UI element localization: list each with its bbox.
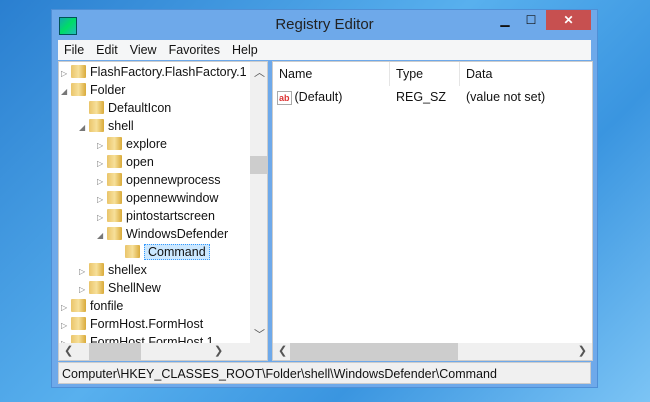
tree-node-label: shellex (108, 263, 147, 277)
menu-view[interactable]: View (124, 40, 163, 60)
tree-node[interactable]: Command (115, 243, 210, 261)
tree-node[interactable]: ◢ WindowsDefender (97, 225, 228, 243)
tree-node-label: Command (144, 244, 210, 260)
tree-node[interactable]: ▷ pintostartscreen (97, 207, 215, 225)
expand-icon[interactable]: ▷ (61, 317, 71, 335)
tree-node-label: ShellNew (108, 281, 161, 295)
key-tree[interactable]: ▷FormHost.FormHost.1▷FormHost.FormHost▷f… (58, 61, 268, 361)
folder-icon (89, 101, 104, 114)
menu-file[interactable]: File (58, 40, 90, 60)
folder-icon (107, 155, 122, 168)
menu-favorites[interactable]: Favorites (163, 40, 226, 60)
tree-node[interactable]: DefaultIcon (79, 99, 171, 117)
scroll-down-icon[interactable]: ﹀ (254, 326, 265, 342)
expand-icon[interactable]: ▷ (97, 137, 107, 155)
folder-icon (107, 173, 122, 186)
folder-icon (107, 227, 122, 240)
expand-icon[interactable]: ◢ (79, 119, 89, 137)
value-row-name[interactable]: ab (Default) (277, 88, 342, 106)
string-value-icon: ab (277, 91, 292, 105)
tree-vscroll-thumb[interactable] (250, 156, 267, 174)
tree-node[interactable]: ◢ Folder (61, 81, 125, 99)
folder-icon (89, 119, 104, 132)
tree-node[interactable]: ▷ shellex (79, 261, 147, 279)
expand-icon[interactable]: ▷ (61, 299, 71, 317)
folder-icon (71, 317, 86, 330)
minimize-button[interactable]: ▁ (491, 10, 519, 30)
tree-node-label: shell (108, 119, 134, 133)
value-data: (value not set) (466, 90, 546, 104)
tree-node[interactable]: ▷ FormHost.FormHost (61, 315, 203, 333)
tree-node-label: WindowsDefender (126, 227, 229, 241)
folder-icon (89, 281, 104, 294)
scroll-up-icon[interactable]: ︿ (254, 64, 265, 80)
folder-icon (89, 263, 104, 276)
scroll-left-icon[interactable]: ❮ (64, 344, 73, 357)
tree-node[interactable]: ▷ fonfile (61, 297, 123, 315)
close-button[interactable]: ✕ (546, 10, 591, 30)
expand-icon[interactable]: ▷ (97, 155, 107, 173)
list-horizontal-scrollbar[interactable]: ❮ ❯ (273, 343, 592, 360)
scroll-right-icon[interactable]: ❯ (214, 344, 223, 357)
tree-node-label: DefaultIcon (108, 101, 172, 115)
tree-node[interactable]: ▷ explore (97, 135, 167, 153)
folder-icon (71, 65, 86, 78)
values-list[interactable]: Name Type Data ab (Default) REG_SZ (value… (272, 61, 593, 361)
tree-node-label: open (126, 155, 154, 169)
tree-node-label: FormHost.FormHost (90, 317, 204, 331)
expand-icon[interactable]: ▷ (97, 173, 107, 191)
tree-node-label: opennewwindow (126, 191, 219, 205)
expand-icon[interactable]: ▷ (97, 191, 107, 209)
tree-node-label: explore (126, 137, 167, 151)
expand-icon[interactable]: ▷ (79, 263, 89, 281)
menu-bar: File Edit View Favorites Help (58, 40, 591, 60)
expand-icon[interactable]: ▷ (61, 65, 71, 83)
folder-icon (107, 137, 122, 150)
expand-icon[interactable]: ◢ (61, 83, 71, 101)
tree-node-label: fonfile (90, 299, 124, 313)
folder-icon (125, 245, 140, 258)
scroll-left-icon[interactable]: ❮ (278, 344, 287, 357)
tree-hscroll-thumb[interactable] (89, 343, 141, 360)
tree-vertical-scrollbar[interactable]: ︿ ﹀ (250, 62, 267, 344)
tree-node-label: pintostartscreen (126, 209, 215, 223)
column-header-name[interactable]: Name (273, 62, 390, 86)
tree-node[interactable]: ▷ FlashFactory.FlashFactory.1 (61, 63, 247, 81)
tree-horizontal-scrollbar[interactable]: ❮ ❯ (59, 343, 267, 360)
tree-node[interactable]: ▷ opennewprocess (97, 171, 221, 189)
tree-node-label: Folder (90, 83, 126, 97)
value-name: (Default) (294, 90, 343, 104)
folder-icon (107, 209, 122, 222)
folder-icon (71, 299, 86, 312)
value-type: REG_SZ (396, 90, 447, 104)
menu-edit[interactable]: Edit (90, 40, 124, 60)
column-header-data[interactable]: Data (460, 62, 592, 86)
list-hscroll-thumb[interactable] (290, 343, 458, 360)
expand-icon[interactable]: ◢ (97, 227, 107, 245)
tree-node-label: FlashFactory.FlashFactory.1 (90, 65, 247, 79)
tree-node[interactable]: ▷ open (97, 153, 154, 171)
tree-node[interactable]: ◢ shell (79, 117, 134, 135)
maximize-button[interactable]: ☐ (517, 10, 545, 30)
status-bar-path: Computer\HKEY_CLASSES_ROOT\Folder\shell\… (58, 362, 591, 384)
registry-editor-window: Registry Editor ▁ ☐ ✕ File Edit View Fav… (51, 9, 598, 388)
column-header-type[interactable]: Type (390, 62, 460, 86)
tree-node-label: opennewprocess (126, 173, 221, 187)
menu-help[interactable]: Help (226, 40, 264, 60)
tree-node[interactable]: ▷ opennewwindow (97, 189, 218, 207)
folder-icon (107, 191, 122, 204)
tree-node[interactable]: ▷ ShellNew (79, 279, 161, 297)
scroll-right-icon[interactable]: ❯ (578, 344, 587, 357)
expand-icon[interactable]: ▷ (97, 209, 107, 227)
expand-icon[interactable]: ▷ (79, 281, 89, 299)
folder-icon (71, 83, 86, 96)
